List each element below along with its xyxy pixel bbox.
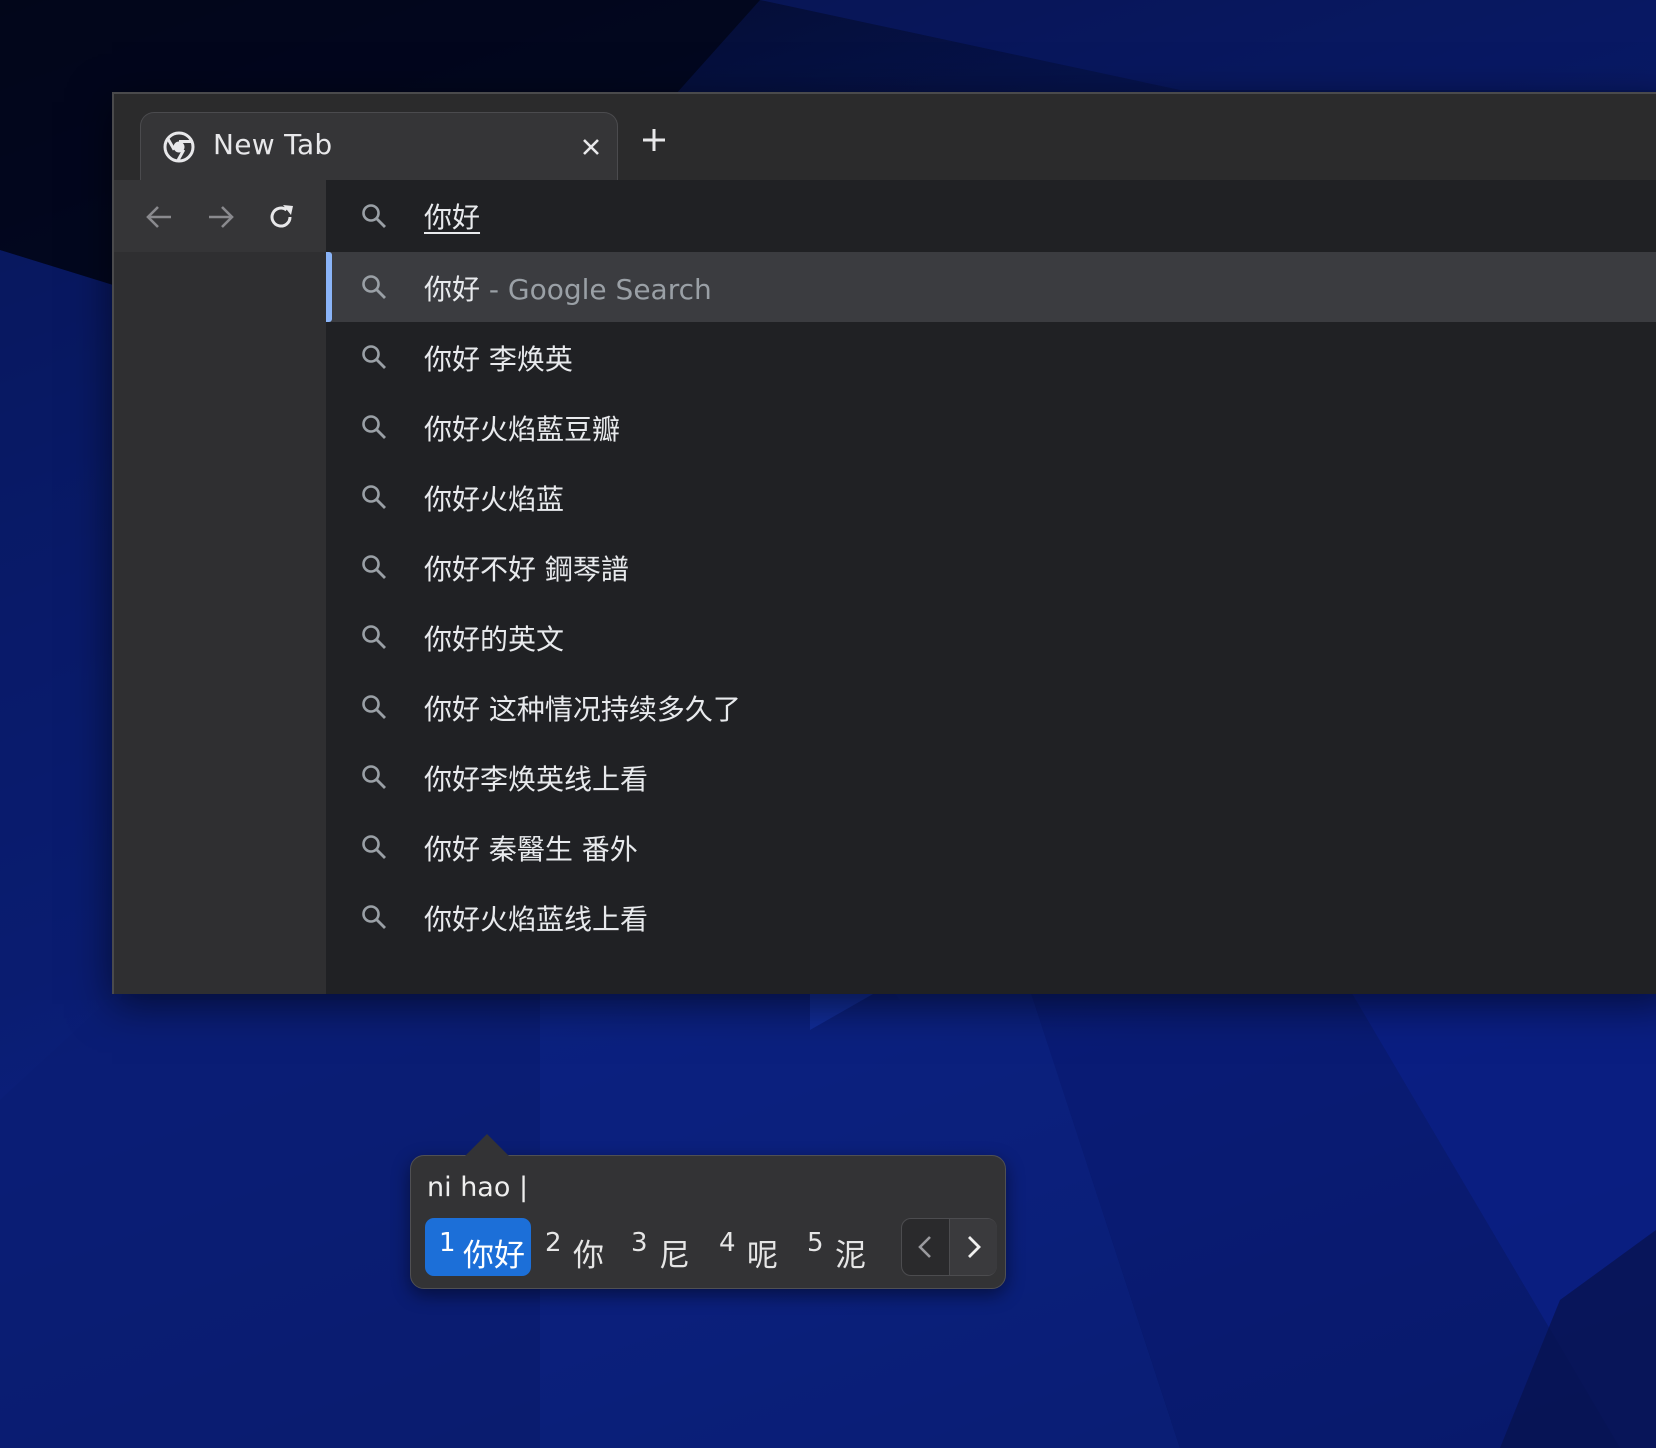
suggestion-row[interactable]: 你好 这种情况持续多久了 <box>326 672 1656 742</box>
chevron-right-icon <box>968 1236 981 1258</box>
search-icon <box>362 625 386 649</box>
ime-candidate-text: 你 <box>573 1238 604 1274</box>
ime-candidate[interactable]: 3尼 <box>621 1218 703 1276</box>
suggestion-text: 你好李焕英线上看 <box>424 758 648 798</box>
ime-candidate-number: 1 <box>439 1228 456 1258</box>
suggestion-query: 你好火焰藍豆瓣 <box>424 413 621 446</box>
ime-candidate-popup: ni hao | 1 你好 2 你 3 尼 4 呢 5 泥 <box>410 1134 1006 1289</box>
search-icon <box>362 204 386 228</box>
ime-candidate-number: 4 <box>719 1228 736 1258</box>
arrow-left-icon <box>146 206 171 228</box>
suggestion-text: 你好的英文 <box>424 618 564 658</box>
suggestion-query: 你好火焰蓝线上看 <box>424 903 649 936</box>
suggestion-query: 你好李焕英线上看 <box>424 763 649 796</box>
suggestion-text: 你好火焰藍豆瓣 <box>424 408 620 448</box>
arrow-right-icon <box>209 206 234 228</box>
ime-candidate-text: 你好 <box>463 1238 525 1274</box>
browser-window: New Tab 你好 你好 - Google Search 你好 李焕英 你好火… <box>112 92 1656 994</box>
suggestion-query: 你好 秦醫生 番外 <box>424 833 638 866</box>
search-icon <box>362 415 386 439</box>
ime-candidate[interactable]: 2你 <box>535 1218 617 1276</box>
ime-candidate-text: 尼 <box>659 1238 690 1274</box>
suggestion-row[interactable]: 你好火焰蓝线上看 <box>326 882 1656 952</box>
suggestion-row[interactable]: 你好李焕英线上看 <box>326 742 1656 812</box>
tab-strip: New Tab <box>114 94 1656 180</box>
search-icon <box>362 555 386 579</box>
ime-candidate-number: 3 <box>631 1228 648 1258</box>
ime-preedit-text: ni hao | <box>427 1172 529 1203</box>
suggestion-text: 你好不好 鋼琴譜 <box>424 548 629 588</box>
suggestion-row[interactable]: 你好火焰蓝 <box>326 462 1656 532</box>
suggestion-query: 你好 这种情况持续多久了 <box>424 693 741 726</box>
search-icon <box>362 695 386 719</box>
suggestion-text: 你好 - Google Search <box>424 268 712 308</box>
ime-candidate[interactable]: 1 你好 <box>425 1218 531 1276</box>
suggestion-text: 你好火焰蓝线上看 <box>424 898 648 938</box>
popup-pointer <box>465 1134 509 1156</box>
suggestion-row[interactable]: 你好 李焕英 <box>326 322 1656 392</box>
suggestion-text: 你好 这种情况持续多久了 <box>424 688 741 728</box>
chevron-left-icon <box>918 1236 931 1258</box>
address-bar-input[interactable]: 你好 <box>424 196 480 236</box>
page-content-area <box>114 252 326 994</box>
search-icon <box>362 835 386 859</box>
suggestion-row[interactable]: 你好 - Google Search <box>326 252 1656 322</box>
suggestion-query: 你好不好 鋼琴譜 <box>424 553 629 586</box>
suggestion-row[interactable]: 你好 秦醫生 番外 <box>326 812 1656 882</box>
ime-candidate-number: 2 <box>545 1228 562 1258</box>
suggestion-text: 你好 李焕英 <box>424 338 573 378</box>
suggestion-suffix: - Google Search <box>480 273 712 306</box>
search-icon <box>362 765 386 789</box>
ime-prev-page-button[interactable] <box>902 1219 950 1275</box>
tab-title: New Tab <box>213 128 333 161</box>
suggestion-query: 你好火焰蓝 <box>424 483 565 516</box>
ime-candidate-number: 5 <box>807 1228 824 1258</box>
search-icon <box>362 905 386 929</box>
ime-candidate-text: 泥 <box>835 1238 866 1274</box>
reload-icon <box>270 205 293 228</box>
ime-pager <box>901 1218 997 1276</box>
search-icon <box>362 275 386 299</box>
suggestion-text: 你好 秦醫生 番外 <box>424 828 638 868</box>
ime-candidate[interactable]: 4呢 <box>709 1218 791 1276</box>
ime-candidate-text: 呢 <box>747 1238 778 1274</box>
plus-icon <box>643 129 665 151</box>
search-icon <box>362 345 386 369</box>
suggestion-text: 你好火焰蓝 <box>424 478 564 518</box>
ime-next-page-button[interactable] <box>950 1219 997 1275</box>
suggestion-query: 你好 <box>424 273 481 306</box>
suggestion-row[interactable]: 你好的英文 <box>326 602 1656 672</box>
suggestion-query: 你好 李焕英 <box>424 343 573 376</box>
tab-new-tab[interactable]: New Tab <box>140 112 618 180</box>
suggestion-query: 你好的英文 <box>424 623 565 656</box>
suggestion-row[interactable]: 你好火焰藍豆瓣 <box>326 392 1656 462</box>
search-icon <box>362 485 386 509</box>
omnibox-dropdown: 你好 你好 - Google Search 你好 李焕英 你好火焰藍豆瓣 你好火焰蓝你… <box>326 180 1656 994</box>
ime-candidate[interactable]: 5泥 <box>797 1218 879 1276</box>
suggestion-row[interactable]: 你好不好 鋼琴譜 <box>326 532 1656 602</box>
address-bar[interactable]: 你好 <box>326 180 1656 252</box>
